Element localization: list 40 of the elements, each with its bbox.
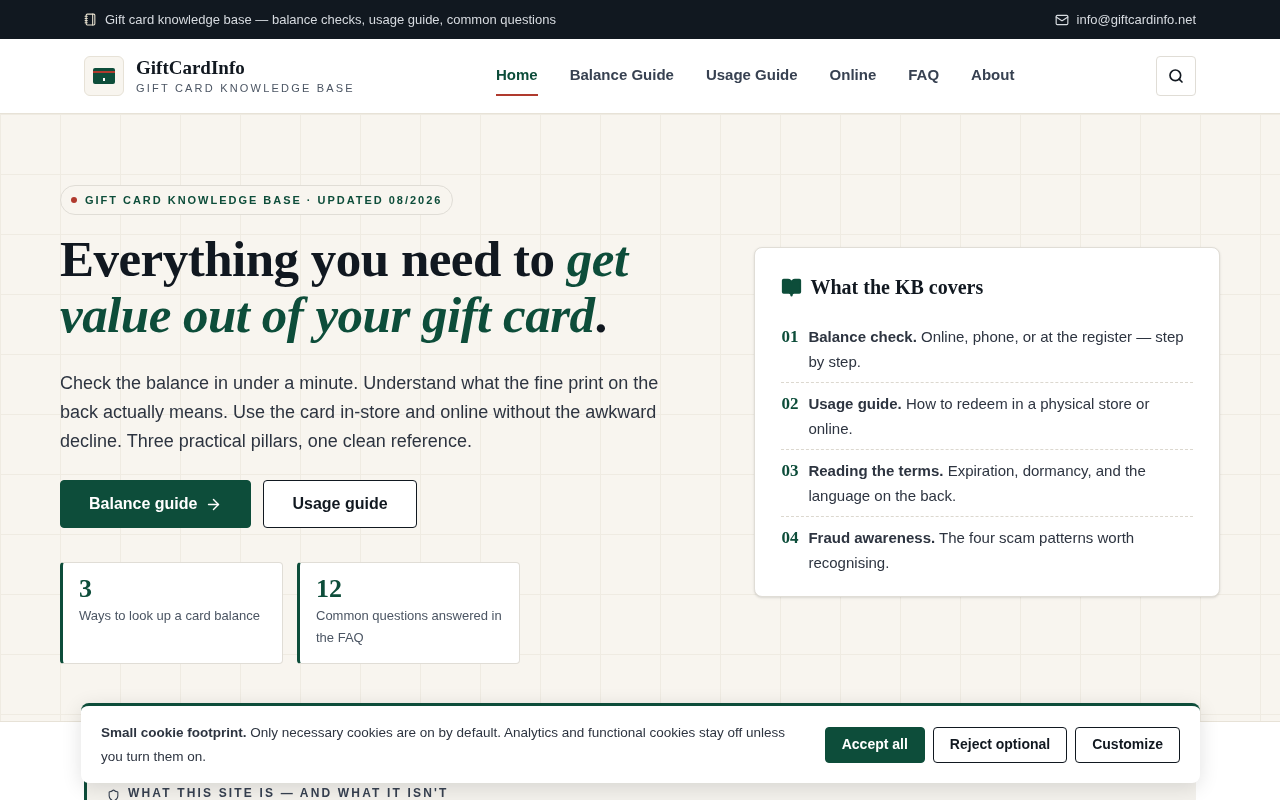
brand-name: GiftCardInfo [136,55,246,80]
notebook-icon [84,13,97,26]
item-number: 03 [781,460,799,482]
nav-link[interactable]: About [971,55,1015,97]
hero-button[interactable]: Balance guide [60,480,252,528]
hero-button[interactable]: Usage guide [263,480,417,528]
stat-value: 3 [79,573,93,605]
section-title: WHAT THIS SITE IS — AND WHAT IT ISN'T [128,787,449,800]
item-text: Usage guide. How to redeem in a physical store or online. [808,394,1151,439]
item-number: 02 [781,393,799,415]
nav-link[interactable]: Usage Guide [705,55,798,97]
search-icon [1168,68,1184,84]
item-text: Reading the terms. Expiration, dormancy, and the language on the back. [808,461,1147,506]
email-link[interactable]: info@giftcardinfo.net [1076,9,1196,30]
cookie-button[interactable]: Customize [1075,726,1180,763]
item-text: Fraud awareness. The four scam patterns worth recognising. [808,528,1136,573]
shield-icon [107,789,120,800]
tagline: Gift card knowledge base — balance checks, usage guide, common questions [105,10,556,29]
cookie-text: Small cookie footprint. Only necessary cookies are on by default. Analytics and functional cookies stay off unless you turn them on. [101,723,787,766]
item-number: 01 [781,326,799,348]
nav-link[interactable]: Online [829,55,877,97]
stat-label: Ways to look up a card balance [79,607,261,625]
hero-lead: Check the balance in under a minute. Understand what the fine print on the back actually means. Use the card in-store and online without the awkward decline. Three practical pillars, one clean reference. [60,372,660,453]
search-button[interactable] [1156,56,1196,96]
cookie-button[interactable]: Reject optional [932,726,1068,763]
mail-icon [1054,12,1069,27]
item-number: 04 [781,527,799,549]
logo-icon [84,56,124,96]
nav-link[interactable]: FAQ [908,55,940,97]
cookie-button[interactable]: Accept all [824,726,925,763]
covers-title: What the KB covers [810,275,984,300]
item-text: Balance check. Online, phone, or at the register — step by step. [808,327,1185,372]
nav-link[interactable]: Home [496,55,538,97]
brand-subtitle: GIFT CARD KNOWLEDGE BASE [136,80,355,96]
hero-headline: Everything you need to get value out of your gift card. [60,231,631,343]
stat-label: Common questions answered in the FAQ [316,607,503,647]
stat-value: 12 [316,573,343,605]
book-icon [781,276,803,298]
eyebrow-badge: GIFT CARD KNOWLEDGE BASE · UPDATED 08/2026 [60,185,454,215]
nav-link[interactable]: Balance Guide [569,55,674,97]
